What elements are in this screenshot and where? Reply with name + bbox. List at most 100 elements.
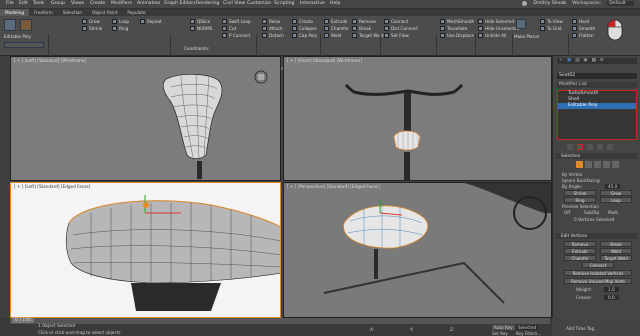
tessellate-button[interactable]: Tessellate — [440, 26, 467, 31]
swift-loop-button[interactable]: Swift Loop — [222, 19, 251, 24]
break-vertex-button[interactable]: Break — [600, 241, 632, 247]
menu-civil-view[interactable]: Civil View — [223, 1, 245, 6]
make-planar-icon[interactable] — [516, 19, 526, 29]
modifier-list-dropdown[interactable]: Modifier List — [557, 82, 637, 88]
use-displace-button[interactable]: Use Displace — [440, 33, 474, 38]
extrude-button[interactable]: Extrude — [324, 19, 347, 24]
by-vertex-checkbox[interactable]: By Vertex — [562, 172, 582, 177]
weld-button[interactable]: Weld — [324, 33, 341, 38]
cut-button[interactable]: Cut — [222, 26, 236, 31]
dist-connect-button[interactable]: Dist Connect — [384, 26, 418, 31]
smooth-button[interactable]: Smooth — [572, 26, 595, 31]
repeat-button[interactable]: Repeat — [140, 19, 162, 24]
viewport-perspective-edged[interactable]: [ + ] [Perspective] [Standard] [Edged Fa… — [283, 182, 552, 318]
vertex-level-icon[interactable] — [576, 161, 583, 168]
utilities-tab-icon[interactable]: ⚙ — [600, 58, 604, 64]
create-tab-icon[interactable]: + — [559, 58, 563, 64]
preview-subobj-radio[interactable]: SubObj — [584, 210, 599, 215]
p-connect-button[interactable]: P Connect — [222, 33, 250, 38]
flatten-button[interactable]: Flatten — [572, 33, 594, 38]
make-unique-icon[interactable] — [587, 144, 593, 150]
preview-off-radio[interactable]: Off — [564, 210, 570, 215]
modify-tab-icon[interactable]: ▣ — [567, 58, 571, 64]
connect-button[interactable]: Connect — [384, 19, 408, 24]
menu-rendering[interactable]: Rendering — [196, 1, 219, 6]
chamfer-button[interactable]: Chamfer — [324, 26, 349, 31]
element-level-icon[interactable] — [612, 161, 619, 168]
stack-item-editable-poly[interactable]: Editable Poly — [558, 103, 636, 109]
navigator-button[interactable]: NURMS — [190, 26, 212, 31]
configure-sets-icon[interactable] — [607, 144, 613, 150]
target-weld-button[interactable]: Target Weld — [352, 33, 384, 38]
shrink-selection-button[interactable]: Shrink — [564, 190, 596, 196]
grow-button[interactable]: Grow — [82, 19, 100, 24]
menu-tools[interactable]: Tools — [33, 1, 44, 6]
meshsmooth-button[interactable]: MeshSmooth — [440, 19, 474, 24]
to-grid-button[interactable]: To Grid — [540, 26, 562, 31]
tab-populate[interactable]: Populate — [122, 9, 150, 16]
menu-interactive[interactable]: Interactive — [300, 1, 325, 6]
key-filters-button[interactable]: Key Filters... — [516, 331, 541, 336]
by-angle-checkbox[interactable]: By Angle: — [562, 184, 582, 189]
border-level-icon[interactable] — [594, 161, 601, 168]
ignore-backfacing-checkbox[interactable]: Ignore Backfacing — [562, 178, 600, 183]
menu-modifiers[interactable]: Modifiers — [111, 1, 132, 6]
loop-selection-button[interactable]: Loop — [600, 197, 632, 203]
ring-button[interactable]: Ring — [112, 26, 128, 31]
motion-tab-icon[interactable]: ◉ — [584, 58, 588, 64]
edge-level-icon[interactable] — [585, 161, 592, 168]
menu-animation[interactable]: Animation — [137, 1, 160, 6]
subobject-levels[interactable] — [4, 42, 44, 48]
detach-button[interactable]: Detach — [262, 33, 284, 38]
selected-dropdown[interactable]: Selected — [516, 325, 539, 330]
connect-vertex-button[interactable]: Connect — [582, 262, 614, 268]
loop-button[interactable]: Loop — [112, 19, 129, 24]
create-button[interactable]: Create — [292, 19, 313, 24]
hide-unselected-button[interactable]: Hide Unselected — [478, 26, 519, 31]
hierarchy-tab-icon[interactable]: ▤ — [575, 58, 579, 64]
grow-selection-button[interactable]: Grow — [600, 190, 632, 196]
viewport-left-wireframe[interactable]: [ + ] [Left] [Standard] [Wireframe] — [10, 56, 281, 181]
remove-vertex-button[interactable]: Remove — [564, 241, 596, 247]
hard-button[interactable]: Hard — [572, 19, 589, 24]
shrink-button[interactable]: Shrink — [82, 26, 102, 31]
collapse-button[interactable]: Collapse — [292, 26, 317, 31]
user-name[interactable]: Dmitriy Shvab — [533, 1, 566, 6]
remove-modifier-icon[interactable] — [597, 144, 603, 150]
weld-vertex-button[interactable]: Weld — [600, 248, 632, 254]
command-panel-tabs[interactable]: + ▣ ▤ ◉ ▦ ⚙ — [557, 58, 637, 64]
add-time-tag-button[interactable]: Add Time Tag — [566, 326, 594, 331]
preview-multi-radio[interactable]: Multi — [608, 210, 618, 215]
target-weld-vertex-button[interactable]: Target Weld — [600, 255, 632, 261]
tab-freeform[interactable]: Freeform — [29, 9, 58, 16]
menu-create[interactable]: Create — [90, 1, 105, 6]
time-slider-frame[interactable]: 0 / 100 — [12, 318, 35, 323]
polygon-level-icon[interactable] — [603, 161, 610, 168]
menu-customize[interactable]: Customize — [247, 1, 271, 6]
menu-graph-editors[interactable]: Graph Editors — [164, 1, 196, 6]
menu-help[interactable]: Help — [330, 1, 340, 6]
tab-modeling[interactable]: Modeling — [0, 9, 30, 16]
tab-selection[interactable]: Selection — [58, 9, 87, 16]
cap-poly-button[interactable]: Cap Poly — [292, 33, 317, 38]
set-key-button[interactable]: Set Key — [492, 331, 508, 336]
selection-rollout-header[interactable]: Selection — [556, 153, 638, 159]
workspace-select[interactable]: Default — [607, 1, 634, 6]
remove-button[interactable]: Remove — [352, 19, 376, 24]
display-tab-icon[interactable]: ▦ — [592, 58, 596, 64]
extrude-vertex-button[interactable]: Extrude — [564, 248, 596, 254]
ring-selection-button[interactable]: Ring — [564, 197, 596, 203]
pin-stack-icon[interactable] — [567, 144, 573, 150]
menu-views[interactable]: Views — [71, 1, 84, 6]
modify-mode-icon[interactable] — [4, 19, 16, 31]
editable-poly-icon[interactable] — [20, 19, 32, 31]
auto-key-button[interactable]: Auto Key — [492, 325, 515, 330]
angle-spinner[interactable]: 45.0 — [605, 184, 621, 189]
menu-edit[interactable]: Edit — [19, 1, 28, 6]
relax-button[interactable]: Relax — [262, 19, 281, 24]
attach-button[interactable]: Attach — [262, 26, 283, 31]
viewport-front-wireframe[interactable]: [ + ] [Front] [Standard] [Wireframe] — [283, 56, 552, 181]
show-end-result-icon[interactable] — [577, 144, 583, 150]
time-slider[interactable]: 0 / 100 — [10, 318, 550, 324]
tab-object-paint[interactable]: Object Paint — [87, 9, 122, 16]
